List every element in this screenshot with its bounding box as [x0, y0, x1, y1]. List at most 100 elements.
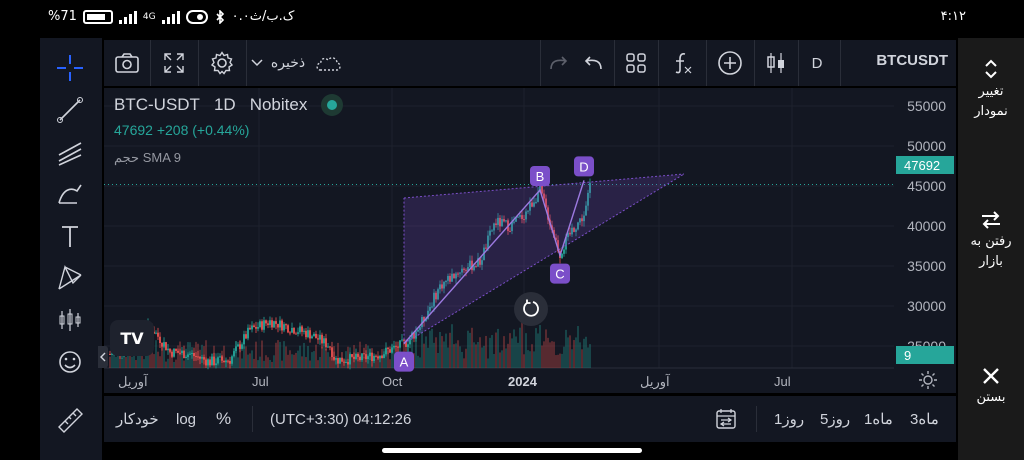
- volume-bar: [253, 358, 255, 368]
- volume-bar: [477, 341, 479, 368]
- candle-body: [561, 253, 563, 258]
- divider: [540, 40, 541, 86]
- volume-bar: [347, 346, 349, 368]
- settings-button[interactable]: [200, 40, 244, 86]
- volume-bar: [287, 354, 289, 368]
- interval-button[interactable]: D: [800, 40, 834, 86]
- volume-bar: [419, 357, 421, 368]
- chart-type-button[interactable]: [756, 40, 796, 86]
- volume-bar: [497, 328, 499, 368]
- signal-icon-2: [161, 10, 180, 24]
- volume-bar: [345, 351, 347, 368]
- log-scale-button[interactable]: log: [176, 396, 196, 442]
- legend-exchange: Nobitex: [249, 95, 308, 114]
- save-button[interactable]: ذخیره: [248, 40, 346, 86]
- timezone-button[interactable]: (UTC+3:30) 04:12:26: [270, 396, 411, 442]
- side-panel: تغییر نمودار رفتن به بازار بستن: [958, 38, 1024, 460]
- volume-bar: [163, 343, 165, 368]
- ruler-tool[interactable]: [52, 402, 88, 438]
- brush-tool[interactable]: [52, 176, 88, 212]
- candlestick-icon: [767, 53, 784, 73]
- range-5d-button[interactable]: 5روز: [820, 396, 850, 442]
- volume-bar: [121, 357, 123, 368]
- volume-bar: [351, 354, 353, 368]
- axis-settings-button[interactable]: [918, 370, 938, 394]
- crosshair-tool[interactable]: [52, 50, 88, 86]
- volume-bar: [379, 358, 381, 368]
- candle-body: [155, 332, 157, 334]
- go-to-market-button[interactable]: رفتن به بازار: [958, 210, 1024, 272]
- price-label: 30000: [907, 298, 946, 314]
- indicators-button[interactable]: [660, 40, 704, 86]
- candle-body: [293, 327, 295, 334]
- candle-body: [301, 326, 303, 332]
- range-1d-button[interactable]: 1روز: [774, 396, 804, 442]
- volume-bar: [589, 344, 591, 368]
- volume-bar: [567, 337, 569, 368]
- text-tool[interactable]: [52, 218, 88, 254]
- volume-bar: [357, 354, 359, 368]
- percent-scale-button[interactable]: %: [216, 396, 231, 442]
- candle-body: [287, 325, 289, 333]
- symbol-search-button[interactable]: BTCUSDT: [876, 52, 948, 69]
- volume-bar: [245, 346, 247, 368]
- volume-bar: [311, 352, 313, 368]
- volume-bar: [359, 341, 361, 368]
- volume-bar: [365, 344, 367, 368]
- undo-button[interactable]: [576, 40, 610, 86]
- pattern-tool[interactable]: [52, 260, 88, 296]
- text-icon: [62, 226, 78, 247]
- volume-bar: [461, 351, 463, 368]
- range-1m-button[interactable]: 1ماه: [864, 396, 893, 442]
- volume-bar: [417, 355, 419, 368]
- divider: [754, 40, 755, 86]
- candle-body: [325, 338, 327, 348]
- auto-scale-button[interactable]: خودکار: [116, 396, 159, 442]
- volume-bar: [545, 329, 547, 368]
- legend-indicator[interactable]: حجم SMA 9: [114, 150, 181, 166]
- candle-body: [109, 354, 111, 355]
- redo-button[interactable]: [542, 40, 576, 86]
- volume-bar: [517, 342, 519, 368]
- prediction-tool[interactable]: [52, 302, 88, 338]
- fib-tool[interactable]: [52, 134, 88, 170]
- change-chart-button[interactable]: تغییر نمودار: [958, 58, 1024, 122]
- volume-bar: [441, 336, 443, 368]
- volume-bar: [471, 327, 473, 368]
- volume-bar: [577, 326, 579, 368]
- volume-bar: [249, 353, 251, 368]
- candle-body: [273, 321, 275, 328]
- home-indicator[interactable]: [382, 448, 642, 453]
- range-3m-button[interactable]: 3ماه: [910, 396, 939, 442]
- date-range-button[interactable]: [714, 396, 738, 442]
- emoji-tool[interactable]: [52, 344, 88, 380]
- volume-bar: [431, 328, 433, 368]
- volume-bar: [195, 341, 197, 368]
- volume-bar: [213, 345, 215, 368]
- collapse-toolbar-button[interactable]: [98, 346, 108, 368]
- volume-bar: [203, 346, 205, 368]
- volume-bar: [135, 360, 137, 368]
- drawing-toolbar: [40, 38, 102, 460]
- chart-legend: BTC-USDT 1D Nobitex: [114, 94, 344, 116]
- top-toolbar: ذخیره D BTCUSDT: [104, 40, 956, 86]
- divider: [840, 40, 841, 86]
- divider: [252, 406, 253, 432]
- volume-bar: [427, 347, 429, 368]
- volume-bar: [191, 347, 193, 368]
- legend-symbol[interactable]: BTC-USDT: [114, 95, 200, 115]
- compare-button[interactable]: [708, 40, 752, 86]
- candle-body: [237, 344, 239, 347]
- reset-chart-button[interactable]: [514, 292, 548, 326]
- screenshot-button[interactable]: [104, 40, 150, 86]
- layout-button[interactable]: [616, 40, 656, 86]
- trend-line-tool[interactable]: [52, 92, 88, 128]
- volume-bar: [583, 338, 585, 368]
- volume-bar: [487, 358, 489, 368]
- volume-bar: [513, 329, 515, 368]
- close-button[interactable]: بستن: [958, 366, 1024, 408]
- fullscreen-button[interactable]: [152, 40, 196, 86]
- chart-area[interactable]: A B C D BTC-USDT 1D Nobitex 47692 +208 (+0.…: [98, 88, 956, 394]
- volume-bar: [193, 352, 195, 368]
- volume-bar: [225, 359, 227, 368]
